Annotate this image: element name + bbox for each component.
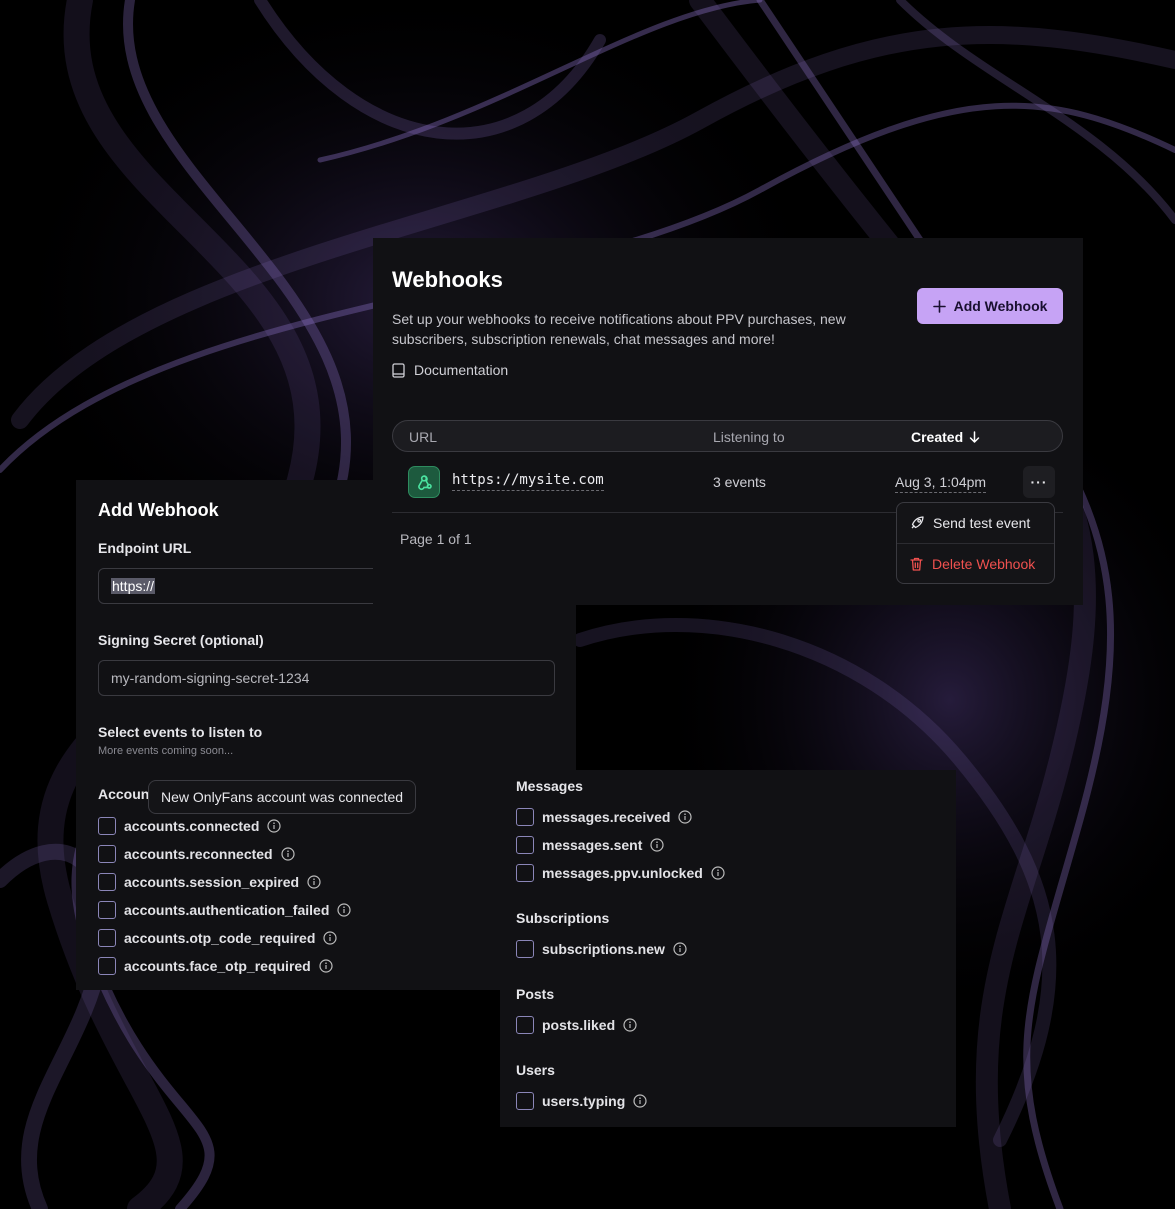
info-icon[interactable]: [337, 903, 351, 917]
event-messages-received[interactable]: messages.received: [516, 807, 693, 827]
page-title: Webhooks: [392, 267, 503, 292]
event-label: accounts.session_expired: [124, 874, 300, 890]
webhook-created-date: Aug 3, 1:04pm: [895, 474, 987, 493]
send-test-event-label: Send test event: [933, 515, 1031, 531]
trash-icon: [910, 557, 923, 571]
checkbox[interactable]: [98, 845, 116, 863]
checkbox[interactable]: [98, 901, 116, 919]
add-webhook-title: Add Webhook: [98, 500, 219, 520]
event-accounts-session-expired[interactable]: accounts.session_expired: [98, 872, 321, 892]
event-label: messages.ppv.unlocked: [542, 865, 703, 881]
info-icon[interactable]: [633, 1094, 647, 1108]
event-accounts-reconnected[interactable]: accounts.reconnected: [98, 844, 295, 864]
checkbox[interactable]: [516, 836, 534, 854]
checkbox[interactable]: [98, 957, 116, 975]
more-options-button[interactable]: ···: [1023, 466, 1055, 498]
info-icon[interactable]: [281, 847, 295, 861]
checkbox[interactable]: [516, 1092, 534, 1110]
info-icon[interactable]: [623, 1018, 637, 1032]
add-webhook-button-label: Add Webhook: [953, 298, 1048, 314]
checkbox[interactable]: [98, 817, 116, 835]
checkbox[interactable]: [516, 1016, 534, 1034]
event-label: accounts.reconnected: [124, 846, 273, 862]
event-users-typing[interactable]: users.typing: [516, 1091, 647, 1111]
event-label: accounts.otp_code_required: [124, 930, 316, 946]
info-icon[interactable]: [323, 931, 337, 945]
checkbox[interactable]: [516, 808, 534, 826]
checkbox[interactable]: [516, 940, 534, 958]
event-tooltip: New OnlyFans account was connected: [148, 780, 417, 814]
endpoint-url-label: Endpoint URL: [98, 540, 192, 556]
pagination-label: Page 1 of 1: [400, 531, 472, 547]
checkbox[interactable]: [516, 864, 534, 882]
event-accounts-otp-code-required[interactable]: accounts.otp_code_required: [98, 928, 337, 948]
documentation-label: Documentation: [414, 362, 509, 378]
event-label: posts.liked: [542, 1017, 616, 1033]
info-icon[interactable]: [673, 942, 687, 956]
webhook-url[interactable]: https://mysite.com: [452, 472, 604, 491]
event-label: accounts.face_otp_required: [124, 958, 311, 974]
webhook-events-count: 3 events: [713, 474, 766, 490]
delete-webhook-item[interactable]: Delete Webhook: [909, 556, 1035, 572]
signing-secret-label: Signing Secret (optional): [98, 632, 264, 648]
page-description: Set up your webhooks to receive notifica…: [392, 311, 846, 347]
event-label: messages.sent: [542, 837, 643, 853]
event-label: subscriptions.new: [542, 941, 665, 957]
info-icon[interactable]: [678, 810, 693, 824]
posts-group-label: Posts: [516, 986, 555, 1002]
column-created[interactable]: Created: [911, 429, 980, 445]
ellipsis-icon: ···: [1030, 474, 1048, 490]
accounts-group-label: Accoun: [98, 786, 150, 802]
info-icon[interactable]: [319, 959, 333, 973]
info-icon[interactable]: [711, 866, 725, 880]
column-listening: Listening to: [713, 429, 785, 445]
event-label: messages.received: [542, 809, 671, 825]
column-created-label: Created: [911, 429, 964, 445]
users-group-label: Users: [516, 1062, 555, 1078]
checkbox[interactable]: [98, 873, 116, 891]
book-icon: [392, 362, 405, 378]
info-icon[interactable]: [650, 838, 665, 852]
event-label: accounts.authentication_failed: [124, 902, 330, 918]
messages-group-label: Messages: [516, 778, 583, 794]
documentation-link[interactable]: Documentation: [392, 362, 508, 378]
send-test-event-item[interactable]: Send test event: [909, 515, 1030, 531]
endpoint-url-value: https://: [111, 578, 156, 594]
info-icon[interactable]: [307, 875, 321, 889]
events-sublabel: More events coming soon...: [98, 745, 234, 757]
menu-divider: [897, 543, 1054, 544]
event-subscriptions-new[interactable]: subscriptions.new: [516, 939, 687, 959]
event-label: accounts.connected: [124, 818, 260, 834]
add-webhook-button[interactable]: Add Webhook: [917, 288, 1063, 324]
event-label: users.typing: [542, 1093, 626, 1109]
plus-icon: [932, 299, 946, 313]
event-accounts-face-otp-required[interactable]: accounts.face_otp_required: [98, 956, 333, 976]
subscriptions-group-label: Subscriptions: [516, 910, 610, 926]
events-label: Select events to listen to: [98, 724, 263, 740]
info-icon[interactable]: [267, 819, 281, 833]
arrow-down-icon: [969, 430, 980, 443]
webhook-actions-menu: Send test event Delete Webhook: [896, 502, 1055, 584]
checkbox[interactable]: [98, 929, 116, 947]
event-messages-sent[interactable]: messages.sent: [516, 835, 665, 855]
event-accounts-authentication-failed[interactable]: accounts.authentication_failed: [98, 900, 351, 920]
table-header: URL Listening to Created: [392, 420, 1063, 452]
event-messages-ppv-unlocked[interactable]: messages.ppv.unlocked: [516, 863, 725, 883]
events-panel: Messages messages.received messages.sent…: [500, 770, 956, 1127]
rocket-icon: [911, 516, 924, 529]
column-url: URL: [409, 429, 438, 445]
event-posts-liked[interactable]: posts.liked: [516, 1015, 637, 1035]
event-accounts-connected[interactable]: accounts.connected: [98, 816, 281, 836]
webhook-logo-icon: [408, 466, 440, 498]
signing-secret-input[interactable]: my-random-signing-secret-1234: [98, 660, 555, 696]
delete-webhook-label: Delete Webhook: [932, 556, 1036, 572]
